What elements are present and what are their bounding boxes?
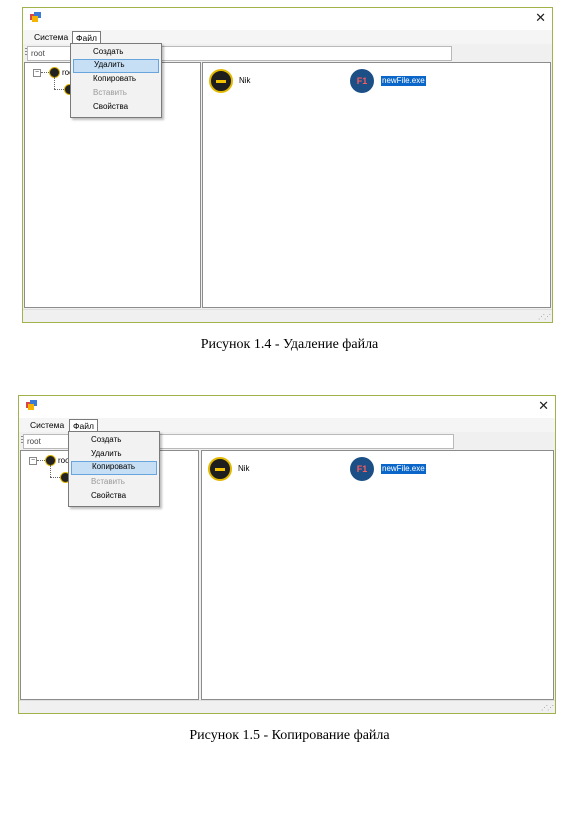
tree-connector xyxy=(41,72,49,73)
app-icon xyxy=(30,12,41,22)
menu-system[interactable]: Система xyxy=(27,419,67,431)
menu-item-create[interactable]: Создать xyxy=(71,434,157,446)
tree-connector xyxy=(37,460,45,461)
menu-item-copy[interactable]: Копировать xyxy=(73,73,159,85)
tree-connector xyxy=(54,77,55,89)
tree-connector xyxy=(54,89,64,90)
menu-item-delete[interactable]: Удалить xyxy=(71,448,157,460)
menu-item-properties[interactable]: Свойства xyxy=(73,101,159,113)
app-window-figure-1: ✕ Система Файл root − root ▬ Nik F1 newF… xyxy=(22,7,553,323)
menu-item-copy[interactable]: Копировать xyxy=(71,461,157,475)
menu-item-delete[interactable]: Удалить xyxy=(73,59,159,73)
file-menu-dropdown: Создать Удалить Копировать Вставить Свой… xyxy=(68,431,160,507)
file-icon[interactable]: F1 xyxy=(350,457,374,481)
close-button[interactable]: ✕ xyxy=(535,10,546,26)
file-list-pane[interactable]: ▬ Nik F1 newFile.exe xyxy=(201,450,554,700)
item-label-newfile[interactable]: newFile.exe xyxy=(381,76,426,86)
status-bar: ⋰⋰ xyxy=(23,309,552,322)
resize-grip-icon[interactable]: ⋰⋰ xyxy=(538,313,551,321)
file-menu-dropdown: Создать Удалить Копировать Вставить Свой… xyxy=(70,43,162,118)
folder-icon[interactable]: ▬ xyxy=(208,457,232,481)
figure-caption: Рисунок 1.5 - Копирование файла xyxy=(189,728,390,743)
folder-icon[interactable]: ▬ xyxy=(209,69,233,93)
tree-connector xyxy=(50,465,51,477)
menu-item-create[interactable]: Создать xyxy=(73,46,159,58)
title-bar: ✕ xyxy=(19,396,555,418)
tree-collapse-toggle[interactable]: − xyxy=(29,457,37,465)
item-label-nik[interactable]: Nik xyxy=(239,76,251,86)
resize-grip-icon[interactable]: ⋰⋰ xyxy=(541,704,554,712)
file-list-pane[interactable]: ▬ Nik F1 newFile.exe xyxy=(202,62,551,308)
menu-bar: Система Файл xyxy=(23,30,552,44)
tree-collapse-toggle[interactable]: − xyxy=(33,69,41,77)
menu-item-paste: Вставить xyxy=(91,477,125,486)
menu-item-properties[interactable]: Свойства xyxy=(71,490,157,502)
item-label-nik[interactable]: Nik xyxy=(238,464,250,474)
app-icon xyxy=(26,400,37,410)
item-label-newfile[interactable]: newFile.exe xyxy=(381,464,426,474)
menu-system[interactable]: Система xyxy=(31,31,71,43)
app-window-figure-2: ✕ Система Файл root − root ▬ Nik F1 newF… xyxy=(18,395,556,714)
status-bar: ⋰⋰ xyxy=(19,700,555,713)
tree-connector xyxy=(50,477,60,478)
menu-bar: Система Файл xyxy=(19,418,555,432)
title-bar: ✕ xyxy=(23,8,552,30)
file-icon[interactable]: F1 xyxy=(350,69,374,93)
menu-item-paste: Вставить xyxy=(93,88,127,97)
figure-caption: Рисунок 1.4 - Удаление файла xyxy=(200,337,379,352)
close-button[interactable]: ✕ xyxy=(538,398,549,414)
